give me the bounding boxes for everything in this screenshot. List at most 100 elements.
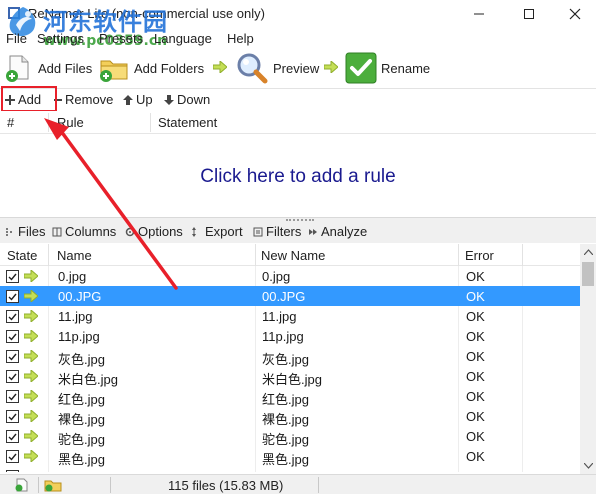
row-checkbox[interactable] — [6, 410, 19, 423]
add-folders-button[interactable]: Add Folders — [98, 50, 204, 86]
close-button[interactable] — [552, 0, 596, 28]
add-rule-link[interactable]: Click here to add a rule — [0, 166, 596, 188]
rename-button[interactable]: Rename — [345, 50, 430, 86]
file-count-status: 115 files (15.83 MB) — [168, 478, 284, 493]
rules-col-rule[interactable]: Rule — [57, 115, 84, 130]
status-arrow-icon — [24, 410, 38, 422]
file-error: OK — [466, 289, 485, 304]
add-folder-small-icon[interactable] — [44, 478, 62, 492]
scroll-thumb[interactable] — [582, 262, 594, 286]
checkmark-icon — [345, 52, 377, 84]
analyze-icon — [309, 228, 317, 235]
files-col-new-name[interactable]: New Name — [261, 248, 325, 263]
status-arrow-icon — [24, 430, 38, 442]
arrow-up-icon — [123, 94, 133, 105]
analyze-menu-label: Analyze — [321, 224, 368, 239]
file-error: OK — [466, 309, 485, 324]
column-divider — [150, 113, 151, 132]
options-menu-button[interactable]: Options — [124, 224, 183, 239]
rules-col-number[interactable]: # — [7, 115, 14, 130]
maximize-icon — [524, 9, 534, 19]
column-divider — [48, 113, 49, 132]
status-arrow-icon — [24, 310, 38, 322]
columns-menu-button[interactable]: Columns — [51, 224, 116, 239]
preview-button[interactable]: Preview — [235, 50, 319, 86]
menu-presets[interactable]: Presets — [99, 31, 143, 46]
magnifier-icon — [237, 53, 268, 84]
row-checkbox[interactable] — [6, 310, 19, 323]
row-checkbox[interactable] — [6, 430, 19, 443]
rules-toolbar: Add Remove Up Down — [0, 88, 596, 110]
column-divider — [48, 244, 49, 266]
menu-language[interactable]: Language — [154, 31, 212, 46]
files-menu-label: Files — [18, 224, 46, 239]
table-row[interactable]: 灰色.jpg 灰色.jpg OK — [0, 346, 580, 367]
file-error: OK — [466, 369, 485, 384]
move-down-button[interactable]: Down — [164, 92, 210, 107]
move-up-label: Up — [136, 92, 153, 107]
minimize-button[interactable] — [456, 0, 502, 28]
table-row[interactable]: 红色.jpg 红色.jpg OK — [0, 386, 580, 407]
rules-col-statement[interactable]: Statement — [158, 115, 217, 130]
row-checkbox[interactable] — [6, 330, 19, 343]
row-checkbox[interactable] — [6, 470, 19, 472]
table-row-partial[interactable] — [0, 466, 580, 472]
options-menu-label: Options — [138, 224, 183, 239]
row-checkbox[interactable] — [6, 370, 19, 383]
table-row[interactable]: 裸色.jpg 裸色.jpg OK — [0, 406, 580, 427]
files-col-name[interactable]: Name — [57, 248, 92, 263]
add-folders-label: Add Folders — [134, 60, 205, 76]
file-name: 11p.jpg — [58, 329, 100, 344]
add-files-icon — [6, 55, 29, 82]
status-bar: 115 files (15.83 MB) — [0, 474, 596, 494]
file-error: OK — [466, 329, 485, 344]
column-divider — [458, 244, 459, 266]
scroll-up-button[interactable] — [580, 244, 596, 260]
table-row[interactable]: 11p.jpg 11p.jpg OK — [0, 326, 580, 346]
status-arrow-icon — [24, 270, 38, 282]
files-menu-button[interactable]: Files — [4, 224, 45, 239]
file-error: OK — [466, 429, 485, 444]
row-checkbox[interactable] — [6, 390, 19, 403]
status-arrow-icon — [24, 390, 38, 402]
files-col-error[interactable]: Error — [465, 248, 494, 263]
file-error: OK — [466, 349, 485, 364]
table-row[interactable]: 11.jpg 11.jpg OK — [0, 306, 580, 326]
dots-icon — [6, 227, 12, 236]
export-menu-button[interactable]: Export — [191, 224, 243, 239]
add-files-button[interactable]: Add Files — [4, 50, 92, 86]
table-row[interactable]: 驼色.jpg 驼色.jpg OK — [0, 426, 580, 447]
table-row[interactable]: 米白色.jpg 米白色.jpg OK — [0, 366, 580, 387]
files-scrollbar[interactable] — [580, 244, 596, 474]
status-divider — [38, 477, 39, 493]
table-row[interactable]: 0.jpg 0.jpg OK — [0, 266, 580, 286]
move-up-button[interactable]: Up — [123, 92, 153, 107]
menu-file[interactable]: File — [6, 31, 27, 46]
status-divider — [110, 477, 111, 493]
add-folders-icon — [100, 60, 128, 82]
filter-icon — [253, 227, 263, 236]
menu-bar: File Settings Presets Language Help — [0, 28, 596, 48]
rename-label: Rename — [381, 60, 431, 76]
table-row-selected[interactable]: 00.JPG 00.JPG OK — [0, 286, 580, 306]
add-file-small-icon[interactable] — [14, 478, 30, 492]
row-checkbox[interactable] — [6, 270, 19, 283]
remove-rule-button[interactable]: Remove — [54, 92, 113, 107]
table-row[interactable]: 黑色.jpg 黑色.jpg OK — [0, 446, 580, 467]
row-checkbox[interactable] — [6, 350, 19, 363]
row-checkbox[interactable] — [6, 450, 19, 463]
file-new-name: 00.JPG — [262, 289, 306, 304]
menu-help[interactable]: Help — [227, 31, 254, 46]
columns-menu-label: Columns — [65, 224, 117, 239]
menu-settings[interactable]: Settings — [37, 31, 84, 46]
annotation-highlight-box — [1, 86, 57, 112]
files-list[interactable]: 0.jpg 0.jpg OK 00.JPG 00.JPG OK 11.jpg 1… — [0, 266, 580, 472]
scroll-down-button[interactable] — [580, 458, 596, 474]
filters-menu-label: Filters — [266, 224, 302, 239]
row-checkbox[interactable] — [6, 290, 19, 303]
maximize-button[interactable] — [506, 0, 552, 28]
files-col-state[interactable]: State — [7, 248, 37, 263]
filters-menu-button[interactable]: Filters — [252, 224, 301, 239]
rules-list[interactable]: Click here to add a rule — [0, 134, 596, 217]
analyze-menu-button[interactable]: Analyze — [307, 224, 367, 239]
